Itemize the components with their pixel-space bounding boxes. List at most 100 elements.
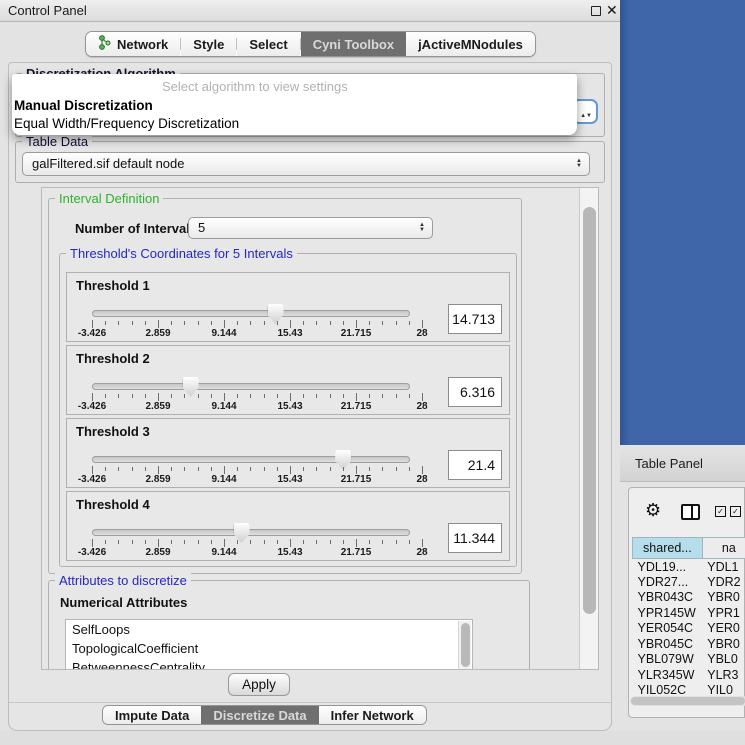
threshold-panel: Threshold 1 -3.4262.8599.14415.4321.7152… xyxy=(66,272,510,342)
scrollbar-thumb[interactable] xyxy=(631,697,745,705)
tick-label: 9.144 xyxy=(211,474,236,485)
tick-label: 28 xyxy=(416,474,427,485)
table-cell[interactable]: YER054C xyxy=(633,621,703,637)
slider-tick-labels: -3.4262.8599.14415.4321.71528 xyxy=(92,547,423,559)
tick-label: 9.144 xyxy=(211,547,236,558)
dropdown-option-manual[interactable]: Manual Discretization xyxy=(14,98,153,113)
tick-label: 9.144 xyxy=(211,328,236,339)
table-cell[interactable]: YDR2 xyxy=(702,574,745,590)
table-h-scrollbar[interactable] xyxy=(630,696,745,706)
group-title: Threshold's Coordinates for 5 Intervals xyxy=(66,246,297,261)
tab-style[interactable]: Style xyxy=(181,32,236,56)
attribute-list-item[interactable]: BetweennessCentrality xyxy=(66,658,472,670)
table-cell[interactable]: YPR1 xyxy=(702,605,745,621)
tick-label: -3.426 xyxy=(78,401,106,412)
tab-jactivemnodules[interactable]: jActiveMNodules xyxy=(406,32,535,56)
table-cell[interactable]: YBL079W xyxy=(633,652,703,668)
combobox-value: galFiltered.sif default node xyxy=(32,156,184,171)
dropdown-prompt: Select algorithm to view settings xyxy=(162,79,348,94)
attribute-list-item[interactable]: SelfLoops xyxy=(66,620,472,639)
table-cell[interactable]: YBR0 xyxy=(702,590,745,606)
table-cell[interactable]: YDL19... xyxy=(633,559,703,575)
table-cell[interactable]: YLR3 xyxy=(702,667,745,683)
table-row[interactable]: YBR043CYBR0 xyxy=(633,590,745,606)
table-row[interactable]: YER054CYER0 xyxy=(633,621,745,637)
threshold-label: Threshold 3 xyxy=(76,424,150,439)
tab-network[interactable]: Network xyxy=(86,32,180,56)
table-row[interactable]: YPR145WYPR1 xyxy=(633,605,745,621)
table-cell[interactable]: YPR145W xyxy=(633,605,703,621)
tick-label: 28 xyxy=(416,547,427,558)
table-row[interactable]: YDR27...YDR2 xyxy=(633,574,745,590)
control-panel-tabbar: Network Style Select Cyni Toolbox jActiv… xyxy=(85,31,536,57)
threshold-panel: Threshold 4 -3.4262.8599.14415.4321.7152… xyxy=(66,491,510,561)
bottom-tabbar: Impute Data Discretize Data Infer Networ… xyxy=(102,705,427,725)
tick-label: 15.43 xyxy=(277,474,302,485)
threshold-value-field[interactable]: 6.316 xyxy=(448,377,502,407)
stepper-arrows-icon: ▲▼ xyxy=(580,105,592,120)
number-of-intervals-combobox[interactable]: 5 ▲▼ xyxy=(188,217,433,239)
panel-title: Control Panel xyxy=(8,3,87,18)
tab-cyni-toolbox[interactable]: Cyni Toolbox xyxy=(301,32,406,56)
table-cell[interactable]: YBL0 xyxy=(702,652,745,668)
column-header-shared[interactable]: shared... xyxy=(633,538,703,559)
divider xyxy=(9,702,611,703)
table-cell[interactable]: YBR045C xyxy=(633,636,703,652)
table-data-group: Table Data galFiltered.sif default node … xyxy=(15,141,605,183)
column-header-name[interactable]: na xyxy=(702,538,745,559)
apply-button[interactable]: Apply xyxy=(228,673,290,696)
numerical-attributes-list[interactable]: SelfLoopsTopologicalCoefficientBetweenne… xyxy=(65,619,473,670)
close-icon[interactable]: ✕ xyxy=(606,2,618,19)
scrollbar-thumb[interactable] xyxy=(583,207,596,614)
tab-infer-network[interactable]: Infer Network xyxy=(319,706,426,724)
table-cell[interactable]: YDL1 xyxy=(702,559,745,575)
status-strip xyxy=(0,731,745,745)
slider-tick-labels: -3.4262.8599.14415.4321.71528 xyxy=(92,328,423,340)
tab-discretize-data[interactable]: Discretize Data xyxy=(201,706,318,724)
checkbox-icon[interactable]: ✓ xyxy=(715,506,726,517)
table-cell[interactable]: YLR345W xyxy=(633,667,703,683)
checkbox-icon[interactable]: ✓ xyxy=(730,506,741,517)
table-cell[interactable]: YBR0 xyxy=(702,636,745,652)
slider-tick-labels: -3.4262.8599.14415.4321.71528 xyxy=(92,401,423,413)
tick-label: 2.859 xyxy=(145,401,170,412)
float-window-icon[interactable] xyxy=(591,6,601,16)
tab-impute-data[interactable]: Impute Data xyxy=(103,706,201,724)
stepper-arrows-icon: ▲▼ xyxy=(416,218,428,238)
table-row[interactable]: YBL079WYBL0 xyxy=(633,652,745,668)
table-row[interactable]: YLR345WYLR3 xyxy=(633,667,745,683)
gear-icon[interactable]: ⚙ xyxy=(645,500,661,521)
attribute-list-item[interactable]: TopologicalCoefficient xyxy=(66,639,472,658)
tick-label: 15.43 xyxy=(277,328,302,339)
table-cell[interactable]: YBR043C xyxy=(633,590,703,606)
tick-label: 2.859 xyxy=(145,474,170,485)
threshold-value-field[interactable]: 14.713 xyxy=(448,304,502,334)
dropdown-option-equal-width[interactable]: Equal Width/Frequency Discretization xyxy=(14,116,239,131)
control-panel-titlebar: Control Panel ✕ xyxy=(0,0,620,22)
tick-label: -3.426 xyxy=(78,328,106,339)
tick-label: 9.144 xyxy=(211,401,236,412)
slider-track[interactable] xyxy=(92,310,410,317)
tab-select[interactable]: Select xyxy=(237,32,299,56)
table-row[interactable]: YDL19...YDL1 xyxy=(633,559,745,575)
network-window-frame: GAL80GACGAL11GAL4GCY1HHAP2 xyxy=(620,0,745,445)
app-root: Control Panel ✕ Network Style Select Cyn… xyxy=(0,0,745,745)
table-row[interactable]: YBR045CYBR0 xyxy=(633,636,745,652)
threshold-value-field[interactable]: 21.4 xyxy=(448,450,502,480)
threshold-value-field[interactable]: 11.344 xyxy=(448,523,502,553)
panel-scrollbar[interactable] xyxy=(579,188,599,670)
network-icon xyxy=(98,35,111,53)
threshold-panel: Threshold 2 -3.4262.8599.14415.4321.7152… xyxy=(66,345,510,415)
algorithm-dropdown-popup: Select algorithm to view settings Manual… xyxy=(12,74,577,135)
table-cell[interactable]: YDR27... xyxy=(633,574,703,590)
combobox-value: 5 xyxy=(198,220,205,235)
tab-label: Network xyxy=(117,37,168,52)
slider-track[interactable] xyxy=(92,383,410,390)
numerical-attributes-label: Numerical Attributes xyxy=(60,595,187,610)
table-data-combobox[interactable]: galFiltered.sif default node ▲▼ xyxy=(22,152,590,176)
slider-track[interactable] xyxy=(92,456,410,463)
columns-icon[interactable] xyxy=(681,504,700,520)
slider-track[interactable] xyxy=(92,529,410,536)
table-cell[interactable]: YER0 xyxy=(702,621,745,637)
list-scrollbar[interactable] xyxy=(458,621,471,670)
